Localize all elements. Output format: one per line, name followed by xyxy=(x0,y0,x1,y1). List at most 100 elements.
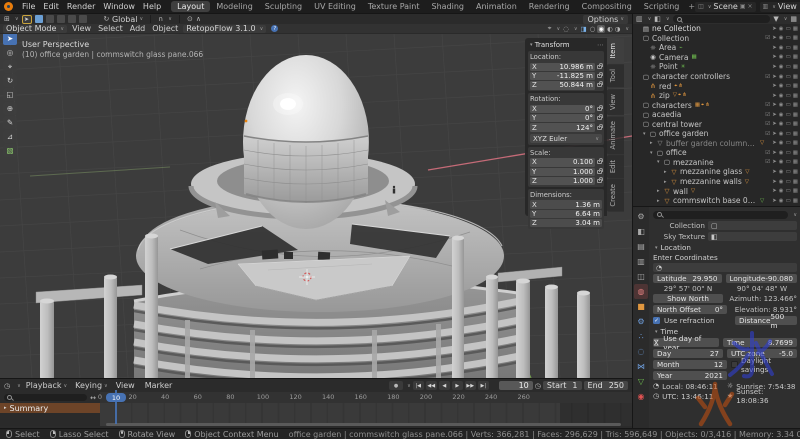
outliner-item-label[interactable]: Area xyxy=(659,43,676,52)
hide-eye-icon[interactable]: ◉ xyxy=(779,26,784,32)
hide-eye-icon[interactable]: ◉ xyxy=(779,54,784,60)
viewport-visibility-icon[interactable]: ▭ xyxy=(786,45,791,51)
filter-collection-icon[interactable]: ◧ xyxy=(654,15,661,23)
workspace-tab[interactable]: Texture Paint xyxy=(362,1,426,12)
frame-start-field[interactable]: Start1 xyxy=(543,381,582,390)
hide-eye-icon[interactable]: ◉ xyxy=(779,121,784,127)
properties-tab-icon[interactable]: ▤ xyxy=(634,239,648,254)
render-visibility-icon[interactable]: ▦ xyxy=(793,102,798,108)
outliner-item-label[interactable]: wall xyxy=(673,187,688,196)
hide-eye-icon[interactable]: ◉ xyxy=(779,64,784,70)
menu-item[interactable]: Edit xyxy=(43,2,59,11)
lock-icon[interactable] xyxy=(597,74,602,78)
channel-search-input[interactable] xyxy=(4,394,87,401)
lock-icon[interactable] xyxy=(597,83,602,87)
editor-type-icon[interactable]: ⊞ xyxy=(4,15,10,23)
exclude-checkbox[interactable]: ☑ xyxy=(765,159,770,165)
blender-logo-icon[interactable] xyxy=(4,2,13,11)
workspace-tab[interactable]: UV Editing xyxy=(308,1,362,12)
selectable-icon[interactable]: ➤ xyxy=(772,179,777,185)
hide-eye-icon[interactable]: ◉ xyxy=(779,198,784,204)
daylight-savings-checkbox[interactable] xyxy=(731,361,738,368)
outliner-item-label[interactable]: Point xyxy=(659,62,678,71)
selectable-icon[interactable]: ➤ xyxy=(772,131,777,137)
render-visibility-icon[interactable]: ▦ xyxy=(793,121,798,127)
hide-eye-icon[interactable]: ◉ xyxy=(779,74,784,80)
sidebar-tab[interactable]: Tool xyxy=(607,64,624,87)
summary-channel-row[interactable]: ▸ Summary xyxy=(0,403,100,413)
hide-eye-icon[interactable]: ◉ xyxy=(779,131,784,137)
outliner-row[interactable]: ☼ Area ⌁ ☑➤◉▭▦ xyxy=(633,43,800,53)
outliner-row[interactable]: ▢ Collection ☑➤◉▭▦ xyxy=(633,34,800,44)
longitude-field[interactable]: Longitude-90.080 xyxy=(726,274,798,283)
tool-button[interactable]: ⊕ xyxy=(3,102,17,115)
viewport-menu-item[interactable]: Select xyxy=(98,24,123,33)
expander-icon[interactable]: ▸ xyxy=(4,405,7,411)
shading-mode-icon[interactable]: ○ xyxy=(590,25,596,33)
selectable-icon[interactable]: ➤ xyxy=(772,64,777,70)
latitude-field[interactable]: Latitude29.950 xyxy=(653,274,722,283)
workspace-tab[interactable]: Compositing xyxy=(576,1,638,12)
menu-item[interactable]: Window xyxy=(103,2,135,11)
time-field[interactable]: Time8.7699 xyxy=(723,338,797,347)
properties-tab-icon[interactable]: ◧ xyxy=(634,224,648,239)
coordinates-input[interactable]: ◔ xyxy=(653,263,797,272)
playback-button[interactable]: ▶▶ xyxy=(465,381,476,390)
tool-option-icon[interactable] xyxy=(57,15,65,23)
add-workspace-button[interactable]: + xyxy=(688,2,695,11)
render-visibility-icon[interactable]: ▦ xyxy=(793,150,798,156)
viewport-visibility-icon[interactable]: ▭ xyxy=(786,169,791,175)
hide-eye-icon[interactable]: ◉ xyxy=(779,159,784,165)
viewport-visibility-icon[interactable]: ▭ xyxy=(786,179,791,185)
shading-mode-icon[interactable]: ◐ xyxy=(607,25,613,33)
lock-icon[interactable] xyxy=(597,160,602,164)
selectable-icon[interactable]: ➤ xyxy=(772,102,777,108)
viewport-visibility-icon[interactable]: ▭ xyxy=(786,35,791,41)
render-visibility-icon[interactable]: ▦ xyxy=(793,83,798,89)
properties-tab-icon[interactable]: ⚙ xyxy=(634,209,648,224)
falloff-icon[interactable]: ∧ xyxy=(196,15,201,23)
render-visibility-icon[interactable]: ▦ xyxy=(793,35,798,41)
tool-button[interactable]: ◎ xyxy=(3,46,17,59)
tool-option-icon[interactable] xyxy=(79,15,87,23)
frame-end-field[interactable]: End250 xyxy=(584,381,628,390)
menu-item[interactable]: File xyxy=(22,2,35,11)
hide-eye-icon[interactable]: ◉ xyxy=(779,93,784,99)
menu-item[interactable]: Render xyxy=(67,2,95,11)
viewport-visibility-icon[interactable]: ▭ xyxy=(786,54,791,60)
timeline-menu-item[interactable]: Keying∨ xyxy=(75,381,108,390)
viewport-visibility-icon[interactable]: ▭ xyxy=(786,159,791,165)
xray-toggle-icon[interactable]: ◨ xyxy=(580,25,586,33)
selectable-icon[interactable]: ➤ xyxy=(772,74,777,80)
panel-options-icon[interactable]: ⋯ xyxy=(597,41,604,49)
selectable-icon[interactable]: ➤ xyxy=(772,93,777,99)
lock-icon[interactable] xyxy=(597,65,602,69)
location-field[interactable]: Y-11.825 m xyxy=(530,72,595,80)
auto-keying-button[interactable]: ● xyxy=(389,381,403,390)
outliner-row[interactable]: ◉ Camera ▦ ☑➤◉▭▦ xyxy=(633,53,800,63)
selectable-icon[interactable]: ➤ xyxy=(772,54,777,60)
dimension-field[interactable]: X1.36 m xyxy=(530,200,602,208)
selectable-icon[interactable]: ➤ xyxy=(772,35,777,41)
lock-icon[interactable] xyxy=(597,126,602,130)
expand-icon[interactable]: ↔ xyxy=(90,394,96,402)
viewport-visibility-icon[interactable]: ▭ xyxy=(786,74,791,80)
dimension-field[interactable]: Y6.64 m xyxy=(530,210,602,218)
selectable-icon[interactable]: ➤ xyxy=(772,45,777,51)
rotation-field[interactable]: X0° xyxy=(530,105,595,113)
timeline-menu-item[interactable]: Playback∨ xyxy=(26,381,67,390)
viewport-visibility-icon[interactable]: ▭ xyxy=(786,102,791,108)
hide-eye-icon[interactable]: ◉ xyxy=(779,188,784,194)
selectable-icon[interactable]: ➤ xyxy=(772,188,777,194)
outliner-item-label[interactable]: red xyxy=(659,82,671,91)
menu-item[interactable]: Help xyxy=(143,2,161,11)
outliner-item-label[interactable]: commswitch base 00... xyxy=(673,196,757,205)
hide-eye-icon[interactable]: ◉ xyxy=(779,83,784,89)
properties-search-input[interactable] xyxy=(653,211,788,219)
render-visibility-icon[interactable]: ▦ xyxy=(793,169,798,175)
active-tool-icon[interactable]: ➤ xyxy=(22,15,32,24)
sky-texture-field[interactable]: ◧ xyxy=(708,232,797,241)
viewport-visibility-icon[interactable]: ▭ xyxy=(786,198,791,204)
render-visibility-icon[interactable]: ▦ xyxy=(793,188,798,194)
render-visibility-icon[interactable]: ▦ xyxy=(793,159,798,165)
